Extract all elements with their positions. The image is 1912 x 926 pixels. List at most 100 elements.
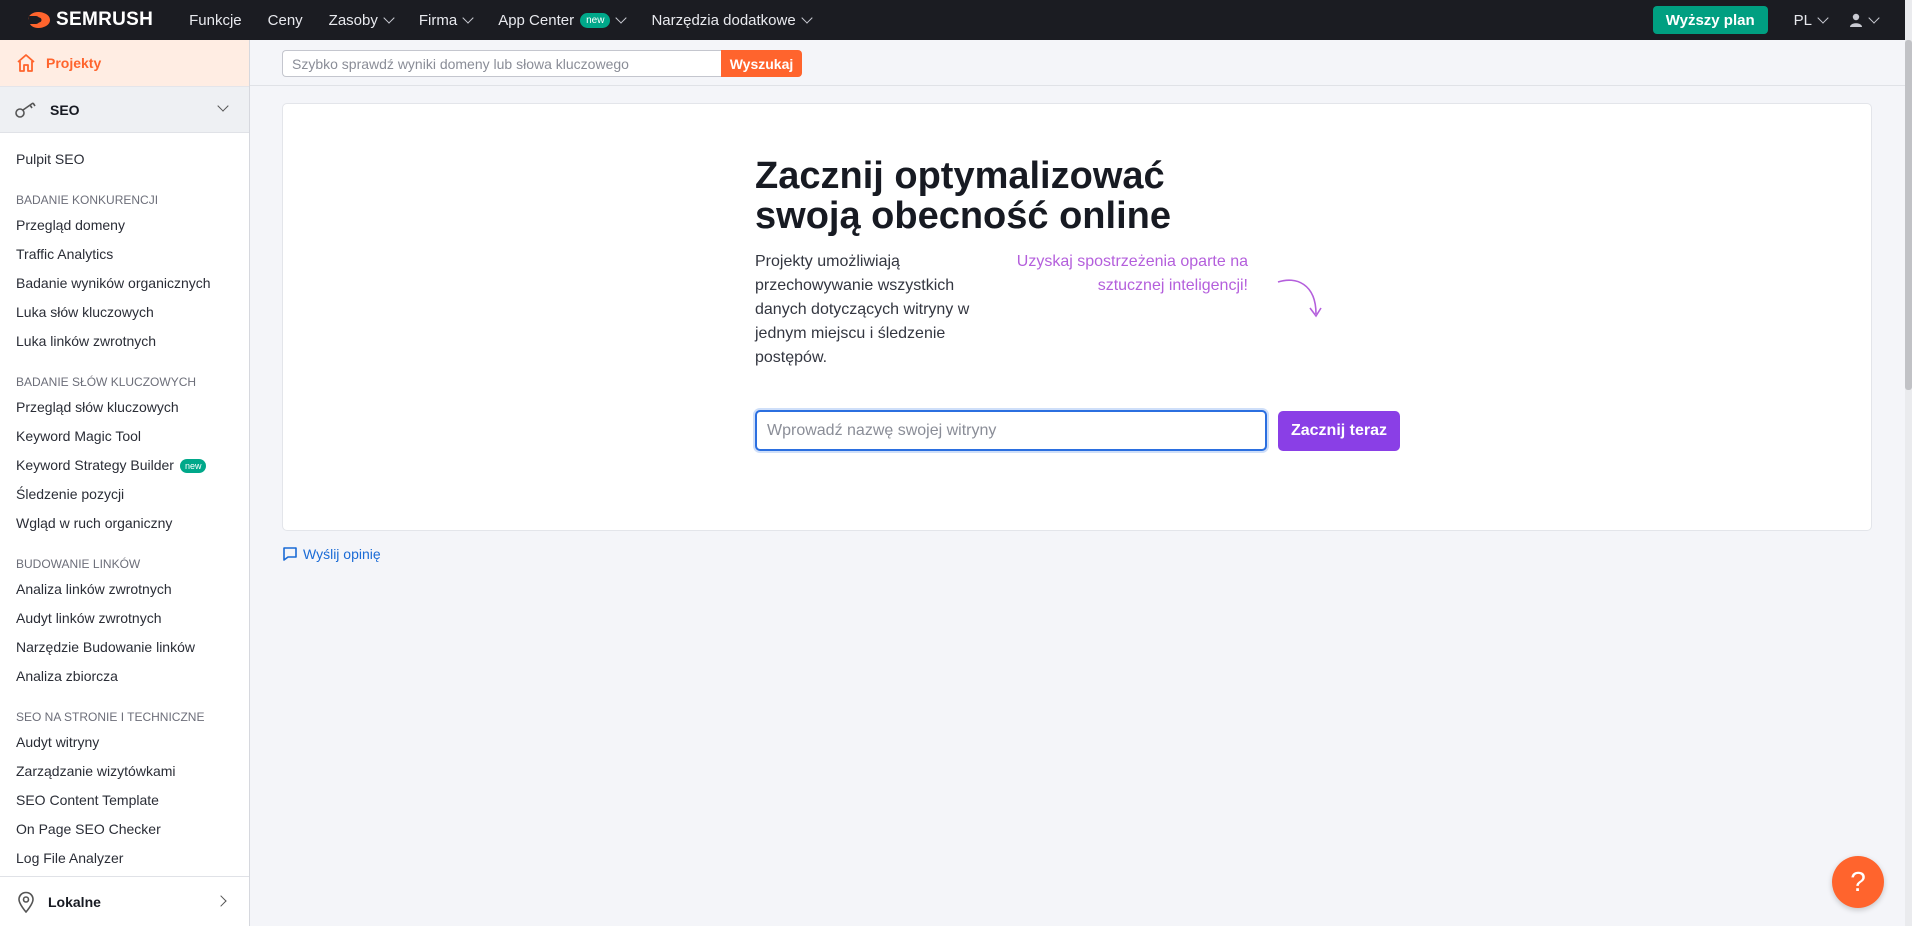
sidebar-item-label: Zarządzanie wizytówkami	[16, 763, 176, 779]
page-title: Zacznij optymalizować swoją obecność onl…	[755, 155, 1171, 237]
user-icon	[1850, 13, 1862, 27]
scrollbar-thumb[interactable]	[1905, 40, 1912, 390]
sidebar-item-label: Traffic Analytics	[16, 246, 114, 262]
sidebar-item-label: Keyword Magic Tool	[16, 428, 142, 444]
sidebar-item[interactable]: Luka linków zwrotnych	[0, 327, 249, 356]
brand-name: SEMRUSH	[56, 9, 154, 30]
sidebar-item-label: Narzędzie Budowanie linków	[16, 639, 195, 655]
top-navbar: SEMRUSH Funkcje Ceny Zasoby Firma App Center…	[0, 0, 1912, 40]
sidebar-item[interactable]: Keyword Magic Tool	[0, 422, 249, 451]
sidebar-item-label: SEO Content Template	[16, 792, 159, 808]
sidebar-item-label: Badanie wyników organicznych	[16, 275, 211, 291]
chevron-right-icon	[215, 895, 227, 907]
seo-label: SEO	[50, 101, 80, 118]
sidebar-category: BUDOWANIE LINKÓW	[16, 557, 141, 571]
feedback-label: Wyślij opinię	[303, 546, 381, 562]
main-nav: Funkcje Ceny Zasoby Firma App Center new Narzę…	[189, 0, 837, 40]
sidebar-item[interactable]: Zarządzanie wizytówkami	[0, 757, 249, 786]
nav-item-label: Zasoby	[328, 11, 378, 29]
sidebar-item[interactable]: Audyt witryny	[0, 728, 249, 757]
quick-search-button[interactable]: Wyszukaj	[721, 50, 802, 77]
chevron-down-icon	[615, 12, 628, 24]
chevron-down-icon	[383, 12, 395, 24]
chevron-down-icon	[801, 12, 813, 24]
nav-item-firma[interactable]: Firma	[418, 11, 474, 29]
sidebar-category: BADANIE KONKURENCJI	[16, 193, 159, 207]
sidebar-item[interactable]: Audyt linków zwrotnych	[0, 604, 249, 633]
projects-label: Projekty	[46, 55, 102, 71]
projects-description: Projekty umożliwiają przechowywanie wszy…	[755, 253, 970, 366]
start-now-button[interactable]: Zacznij teraz	[1278, 411, 1400, 451]
sidebar-item-label: Wgląd w ruch organiczny	[16, 515, 173, 531]
chevron-down-icon	[217, 100, 229, 112]
sidebar-lokalne[interactable]: Lokalne	[0, 876, 249, 926]
sidebar-item[interactable]: Śledzenie pozycji	[0, 480, 249, 509]
sidebar-category: SEO NA STRONIE I TECHNICZNE	[16, 710, 205, 724]
help-button[interactable]: ?	[1832, 856, 1884, 908]
sidebar-projects[interactable]: Projekty	[0, 40, 249, 87]
home-icon	[17, 54, 35, 72]
sidebar-item-label: Analiza zbiorcza	[16, 668, 118, 684]
sidebar-item[interactable]: Narzędzie Budowanie linków	[0, 633, 249, 662]
sidebar-seo-section[interactable]: SEO	[0, 87, 249, 133]
sidebar-item-label: Log File Analyzer	[16, 850, 124, 866]
sidebar-item[interactable]: Analiza zbiorcza	[0, 662, 249, 691]
sidebar-item[interactable]: Pulpit SEO	[0, 145, 249, 174]
sidebar-item-label: Śledzenie pozycji	[16, 486, 125, 502]
upgrade-button[interactable]: Wyższy plan	[1652, 6, 1768, 34]
sidebar-item-label: Keyword Strategy Builder	[16, 457, 174, 473]
curved-arrow-icon	[1277, 279, 1322, 318]
ai-insights-note: Uzyskaj spostrzeżenia oparte na sztuczne…	[1016, 253, 1248, 294]
semrush-flame-icon	[28, 12, 50, 28]
nav-item-narzędzia-dodatkowe[interactable]: Narzędzia dodatkowe	[651, 11, 813, 29]
sidebar-item-label: Audyt witryny	[16, 734, 100, 750]
website-name-input[interactable]	[755, 410, 1267, 451]
top-right-controls: Wyższy plan PL	[1652, 0, 1912, 40]
sidebar-item-label: On Page SEO Checker	[16, 821, 161, 837]
sidebar-item[interactable]: Keyword Strategy Builder new	[0, 451, 249, 480]
language-label: PL	[1793, 11, 1812, 29]
sidebar-item-label: Luka słów kluczowych	[16, 304, 154, 320]
chevron-down-icon	[462, 12, 474, 24]
user-menu[interactable]	[1849, 12, 1880, 27]
sidebar-item[interactable]: On Page SEO Checker	[0, 815, 249, 844]
sidebar: Projekty SEO Pulpit SEO BADANIE KONKURENC…	[0, 40, 250, 926]
send-feedback-link[interactable]: Wyślij opinię	[282, 546, 381, 562]
quick-search-input[interactable]	[282, 50, 722, 77]
sidebar-item-label: Przegląd słów kluczowych	[16, 399, 179, 415]
sidebar-item-label: Luka linków zwrotnych	[16, 333, 157, 349]
new-badge: new	[179, 458, 207, 473]
sidebar-item[interactable]: Luka słów kluczowych	[0, 298, 249, 327]
nav-item-ceny[interactable]: Ceny	[268, 12, 303, 29]
chevron-down-icon	[1817, 12, 1829, 24]
sidebar-item[interactable]: Analiza linków zwrotnych	[0, 575, 249, 604]
nav-item-label: Firma	[418, 11, 458, 29]
nav-item-app-center[interactable]: App Center new	[498, 11, 628, 29]
sidebar-item[interactable]: SEO Content Template	[0, 786, 249, 815]
sidebar-item[interactable]: Przegląd słów kluczowych	[0, 393, 249, 422]
nav-item-label: Funkcje	[189, 11, 242, 29]
new-badge: new	[580, 12, 611, 28]
nav-item-label: App Center	[498, 11, 575, 29]
language-selector[interactable]: PL	[1793, 11, 1829, 29]
projects-empty-card: Zacznij optymalizować swoją obecność onl…	[282, 103, 1872, 531]
nav-item-zasoby[interactable]: Zasoby	[328, 11, 395, 29]
seo-key-icon	[15, 101, 36, 118]
seo-menu: Pulpit SEO BADANIE KONKURENCJI Przegląd do…	[0, 133, 249, 873]
sidebar-item-label: Przegląd domeny	[16, 217, 125, 233]
sidebar-item-label: Audyt linków zwrotnych	[16, 610, 162, 626]
nav-item-label: Ceny	[267, 11, 303, 29]
nav-item-label: Narzędzia dodatkowe	[651, 11, 796, 29]
sidebar-item[interactable]: Wgląd w ruch organiczny	[0, 509, 249, 538]
location-pin-icon	[18, 891, 34, 913]
chevron-down-icon	[1868, 12, 1880, 24]
feedback-icon	[283, 547, 297, 561]
sidebar-item[interactable]: Traffic Analytics	[0, 240, 249, 269]
sidebar-item[interactable]: Przegląd domeny	[0, 211, 249, 240]
lokalne-label: Lokalne	[48, 893, 101, 910]
sidebar-category: BADANIE SŁÓW KLUCZOWYCH	[16, 375, 197, 389]
sidebar-item[interactable]: Log File Analyzer	[0, 844, 249, 873]
sidebar-item[interactable]: Badanie wyników organicznych	[0, 269, 249, 298]
nav-item-funkcje[interactable]: Funkcje	[189, 12, 242, 29]
semrush-logo[interactable]: SEMRUSH	[26, 9, 153, 31]
